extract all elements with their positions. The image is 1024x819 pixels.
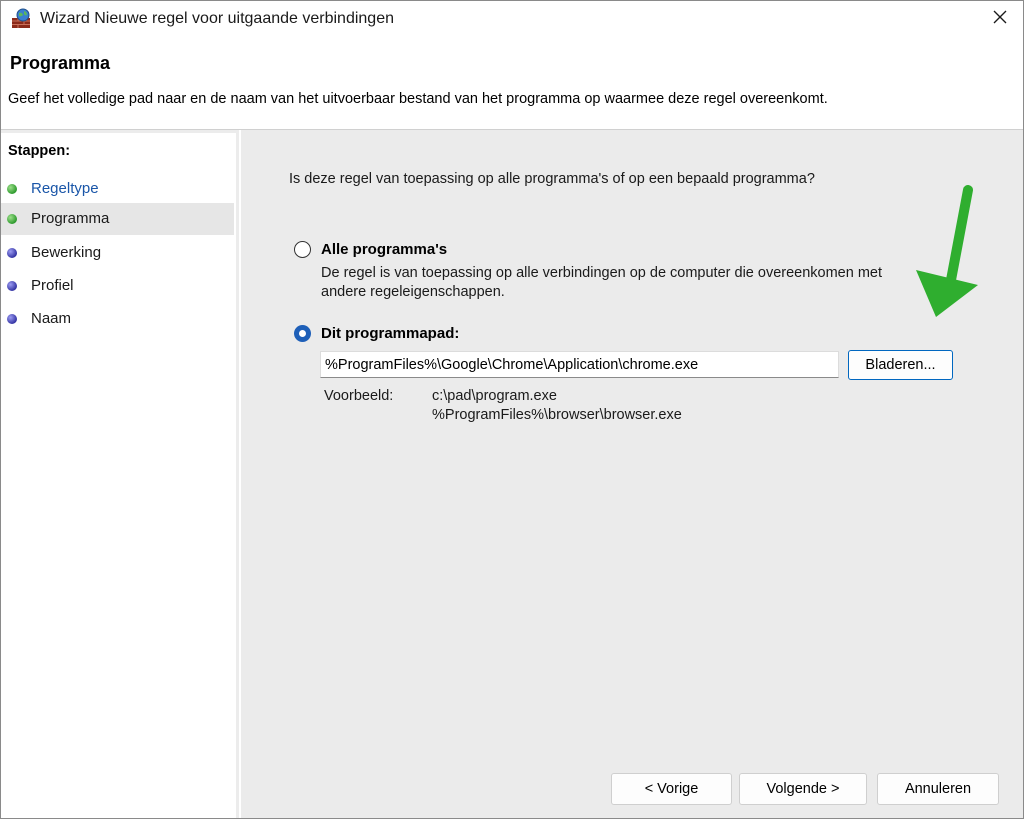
step-profiel: Profiel	[1, 270, 234, 302]
option-all-programs-description: De regel is van toepassing op alle verbi…	[321, 265, 883, 300]
main-content: Is deze regel van toepassing op alle pro…	[241, 130, 1023, 818]
step-label[interactable]: Regeltype	[31, 180, 99, 197]
window-title: Wizard Nieuwe regel voor uitgaande verbi…	[40, 10, 394, 27]
steps-panel: Stappen: Regeltype Programma Bewerking P…	[1, 133, 236, 818]
annotation-arrow-icon	[916, 185, 978, 317]
title-bar: Wizard Nieuwe regel voor uitgaande verbi…	[1, 1, 1023, 39]
next-button[interactable]: Volgende >	[739, 773, 867, 805]
steps-title: Stappen:	[8, 143, 71, 159]
firewall-icon	[10, 8, 32, 30]
back-button[interactable]: < Vorige	[611, 773, 732, 805]
browse-button[interactable]: Bladeren...	[848, 350, 953, 380]
question-text: Is deze regel van toepassing op alle pro…	[289, 171, 815, 187]
example-path-1: c:\pad\program.exe	[432, 388, 557, 404]
step-regeltype[interactable]: Regeltype	[1, 173, 234, 205]
close-icon[interactable]	[992, 9, 1008, 30]
step-pending-icon	[7, 314, 17, 324]
option-program-path-label[interactable]: Dit programmapad:	[321, 325, 459, 342]
radio-all-programs[interactable]	[294, 241, 311, 258]
step-label: Programma	[31, 210, 110, 227]
cancel-button[interactable]: Annuleren	[877, 773, 999, 805]
step-bewerking: Bewerking	[1, 237, 234, 269]
steps-sidebar: Stappen: Regeltype Programma Bewerking P…	[1, 130, 239, 818]
program-path-input[interactable]	[320, 351, 839, 378]
page-description: Geef het volledige pad naar en de naam v…	[8, 91, 828, 107]
step-pending-icon	[7, 281, 17, 291]
close-button[interactable]	[977, 1, 1023, 37]
step-current-icon	[7, 214, 17, 224]
radio-program-path[interactable]	[294, 325, 311, 342]
wizard-window: Wizard Nieuwe regel voor uitgaande verbi…	[0, 0, 1024, 819]
page-title: Programma	[10, 53, 111, 73]
step-label: Profiel	[31, 277, 74, 294]
option-all-programs-label[interactable]: Alle programma's	[321, 241, 447, 258]
step-naam: Naam	[1, 303, 234, 335]
step-label: Bewerking	[31, 244, 102, 261]
wizard-header: Programma Geef het volledige pad naar en…	[1, 39, 1023, 130]
step-programma[interactable]: Programma	[1, 203, 234, 235]
step-done-icon	[7, 184, 17, 194]
example-label: Voorbeeld:	[324, 388, 394, 404]
step-label: Naam	[31, 310, 72, 327]
step-pending-icon	[7, 248, 17, 258]
example-path-2: %ProgramFiles%\browser\browser.exe	[432, 407, 682, 423]
